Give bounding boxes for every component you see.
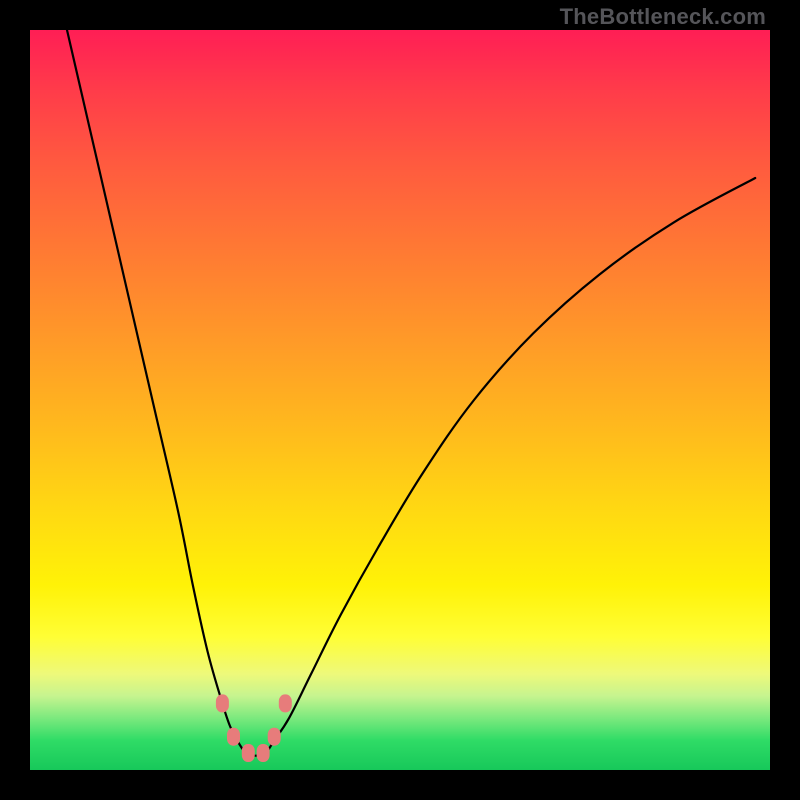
chart-frame: TheBottleneck.com xyxy=(0,0,800,800)
curve-markers xyxy=(216,694,292,762)
curve-marker xyxy=(268,728,281,746)
chart-svg xyxy=(30,30,770,770)
plot-area xyxy=(30,30,770,770)
curve-marker xyxy=(216,694,229,712)
bottleneck-curve xyxy=(67,30,755,756)
curve-marker xyxy=(227,728,240,746)
curve-marker xyxy=(242,744,255,762)
watermark-text: TheBottleneck.com xyxy=(560,4,766,30)
curve-marker xyxy=(279,694,292,712)
curve-marker xyxy=(257,744,270,762)
